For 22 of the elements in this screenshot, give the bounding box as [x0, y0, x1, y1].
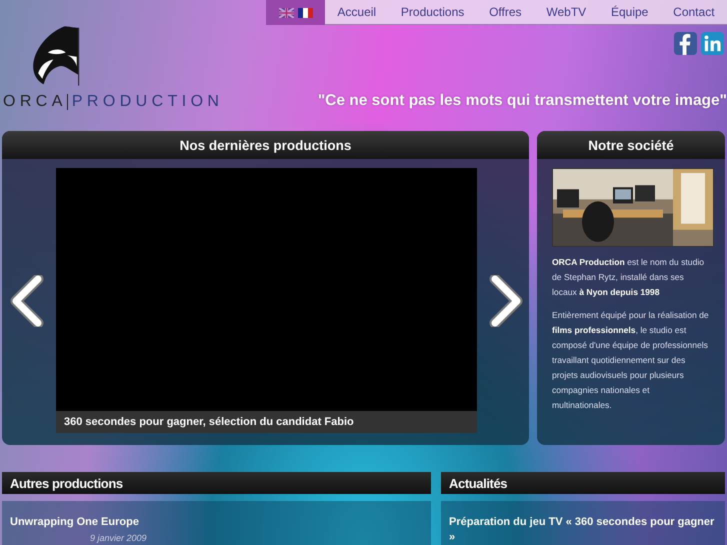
nav-link[interactable]: Équipe [610, 5, 648, 19]
flag-icon[interactable] [298, 8, 312, 18]
item-date: 9 janvier 2009 [90, 533, 148, 543]
nav-link[interactable]: Accueil [337, 5, 376, 19]
company-description: Entièrement équipé pour la réalisation de films professionnels, le studio est composé d'une équipe de professionnels travaillant quotidiennement sur des projets audiovisuels pour plusieurs compagnies nationales et multinationales. [552, 309, 710, 412]
section-title: Actualités [441, 472, 725, 494]
facebook-icon[interactable] [674, 32, 697, 55]
company-description: ORCA Production est le nom du studio de Stephan Rytz, installé dans ses locaux à Nyon depuis 1998 [552, 256, 706, 299]
nav-link[interactable]: WebTV [546, 5, 586, 19]
nav-link[interactable]: Contact [673, 5, 715, 19]
linkedin-icon[interactable] [701, 32, 724, 55]
slogan: "Ce ne sont pas les mots qui transmettent votre image" [318, 92, 727, 110]
nav-link[interactable]: Productions [400, 5, 464, 19]
panel-title: Notre société [537, 131, 725, 159]
nav-link[interactable]: Offres [489, 5, 522, 19]
news-title[interactable]: Préparation du jeu TV « 360 secondes pour gagner » [449, 515, 717, 545]
section-title: Autres productions [2, 472, 431, 494]
panel-title: Nos dernières productions [2, 131, 529, 159]
logo-text: ORCA PRODUCTION [3, 93, 224, 111]
item-title[interactable]: Unwrapping One Europe [10, 515, 423, 530]
video-player[interactable]: 360 secondes pour gagner, sélection du candidat Fabio [56, 168, 477, 433]
video-caption: 360 secondes pour gagner, sélection du candidat Fabio [56, 411, 477, 433]
